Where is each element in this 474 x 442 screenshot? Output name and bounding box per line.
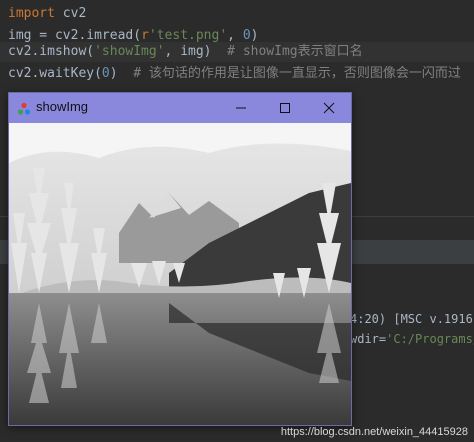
showimg-window[interactable]: showImg xyxy=(8,92,352,426)
maximize-button[interactable] xyxy=(263,93,307,123)
console-line-1: 4:20) [MSC v.1916 6 xyxy=(350,312,474,326)
code-line-4[interactable]: cv2.waitKey(0) # 该句话的作用是让图像一直显示，否则图像会一闪而… xyxy=(8,64,461,84)
code-line-1[interactable]: import cv2 xyxy=(8,4,86,24)
console-line-2: wdir='C:/Programs/ xyxy=(350,332,474,346)
opencv-window-icon xyxy=(17,101,31,115)
window-title: showImg xyxy=(36,99,89,114)
close-icon xyxy=(323,99,335,118)
displayed-image xyxy=(9,123,351,425)
maximize-icon xyxy=(279,99,291,118)
minimize-icon xyxy=(235,99,247,118)
watermark-text: https://blog.csdn.net/weixin_44415928 xyxy=(280,426,468,438)
grayscale-mountain-lake-image xyxy=(9,123,351,425)
close-button[interactable] xyxy=(307,93,351,123)
code-line-3[interactable]: cv2.imshow('showImg', img) # showImg表示窗口… xyxy=(0,42,474,62)
minimize-button[interactable] xyxy=(219,93,263,123)
window-titlebar[interactable]: showImg xyxy=(9,93,351,123)
